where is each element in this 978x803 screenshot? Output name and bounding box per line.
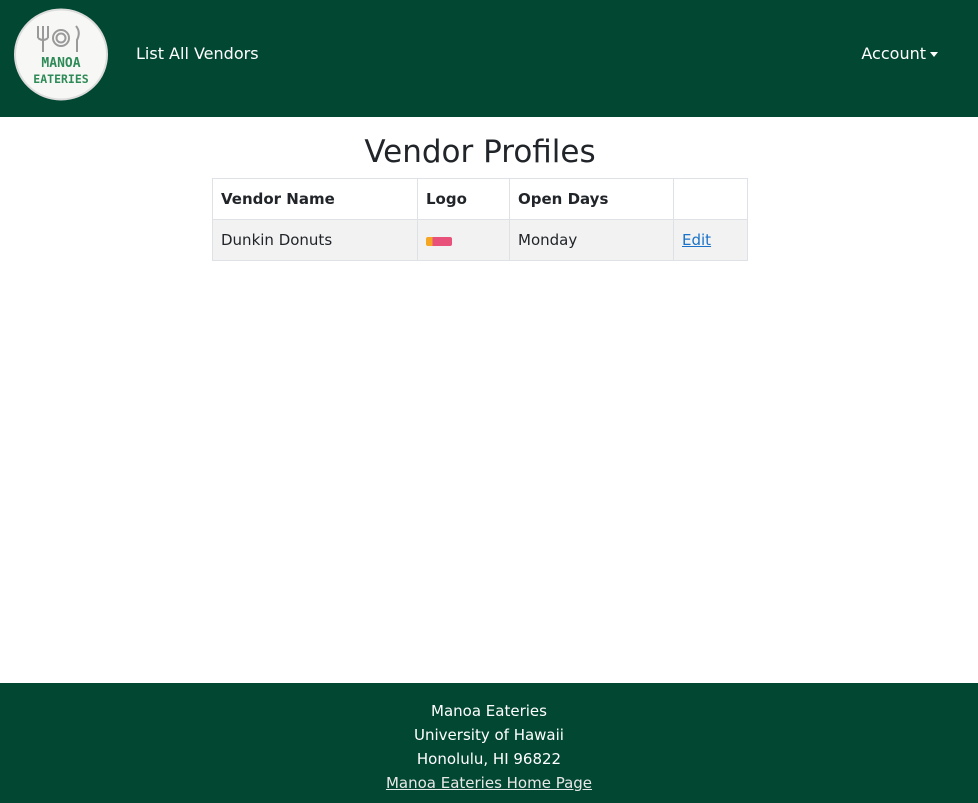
vendor-name-cell: Dunkin Donuts [212, 219, 418, 261]
logo-text-top: MANOA [41, 56, 80, 71]
action-cell: Edit [673, 219, 748, 261]
chevron-down-icon [930, 51, 938, 57]
account-label: Account [861, 44, 926, 63]
footer-home-link[interactable]: Manoa Eateries Home Page [386, 774, 592, 792]
page-title: Vendor Profiles [364, 134, 596, 170]
column-header-actions [673, 178, 748, 220]
dunkin-logo-thumbnail-icon [426, 237, 452, 246]
edit-link[interactable]: Edit [682, 231, 711, 249]
column-header-open-days: Open Days [509, 178, 674, 220]
footer: Manoa Eateries University of Hawaii Hono… [0, 683, 978, 803]
vendor-table: Vendor Name Logo Open Days Dunkin Donuts… [212, 178, 748, 261]
account-dropdown[interactable]: Account [861, 44, 938, 63]
footer-line-university: University of Hawaii [414, 726, 564, 744]
column-header-logo: Logo [417, 178, 510, 220]
table-header-row: Vendor Name Logo Open Days [212, 178, 748, 220]
footer-line-address: Honolulu, HI 96822 [416, 750, 562, 768]
logo-text-bottom: EATERIES [33, 72, 88, 86]
logo-icon: MANOA EATERIES [14, 8, 108, 101]
footer-line-name: Manoa Eateries [431, 702, 547, 720]
vendor-logo-cell [417, 219, 510, 261]
navbar: MANOA EATERIES List All Vendors Account [0, 0, 978, 117]
nav-list-all-vendors[interactable]: List All Vendors [136, 44, 259, 63]
open-days-cell: Monday [509, 219, 674, 261]
column-header-vendor-name: Vendor Name [212, 178, 418, 220]
table-row: Dunkin Donuts Monday Edit [212, 219, 748, 261]
manoa-eateries-logo[interactable]: MANOA EATERIES [13, 8, 109, 101]
